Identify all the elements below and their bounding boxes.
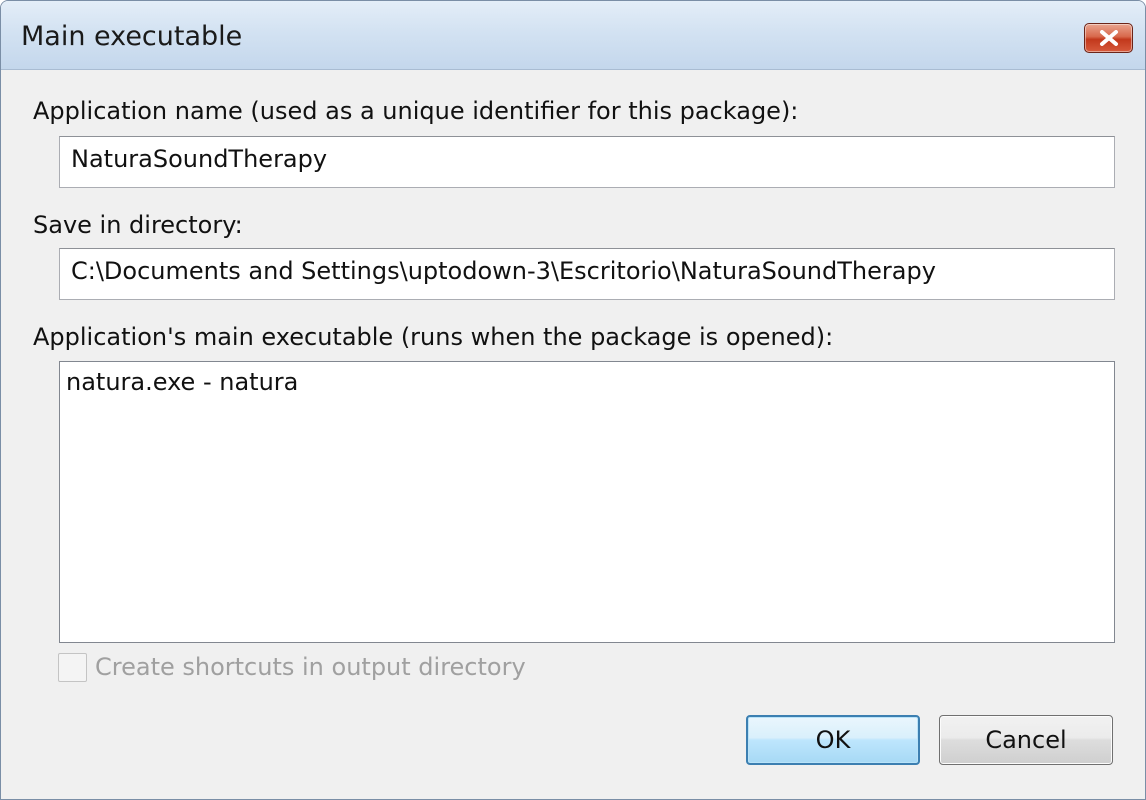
list-item[interactable]: natura.exe - natura (66, 368, 298, 396)
ok-button[interactable]: OK (746, 715, 920, 765)
application-name-value: NaturaSoundTherapy (71, 145, 328, 173)
main-executable-label: Application's main executable (runs when… (33, 323, 834, 351)
save-directory-label: Save in directory: (33, 211, 243, 239)
main-executable-list[interactable]: natura.exe - natura (59, 361, 1115, 643)
application-name-input[interactable]: NaturaSoundTherapy (59, 136, 1115, 188)
application-name-label: Application name (used as a unique ident… (33, 97, 799, 125)
main-executable-dialog: Main executable Application name (used a… (0, 0, 1146, 800)
save-directory-input[interactable]: C:\Documents and Settings\uptodown-3\Esc… (59, 248, 1115, 300)
window-title: Main executable (21, 21, 243, 52)
save-directory-value: C:\Documents and Settings\uptodown-3\Esc… (71, 257, 936, 285)
dialog-body: Application name (used as a unique ident… (1, 70, 1145, 799)
close-button[interactable] (1084, 23, 1133, 53)
close-x-icon (1099, 30, 1119, 46)
create-shortcuts-checkbox[interactable] (58, 653, 87, 682)
cancel-button[interactable]: Cancel (939, 715, 1113, 765)
create-shortcuts-label: Create shortcuts in output directory (95, 653, 526, 681)
title-bar[interactable]: Main executable (1, 1, 1145, 70)
